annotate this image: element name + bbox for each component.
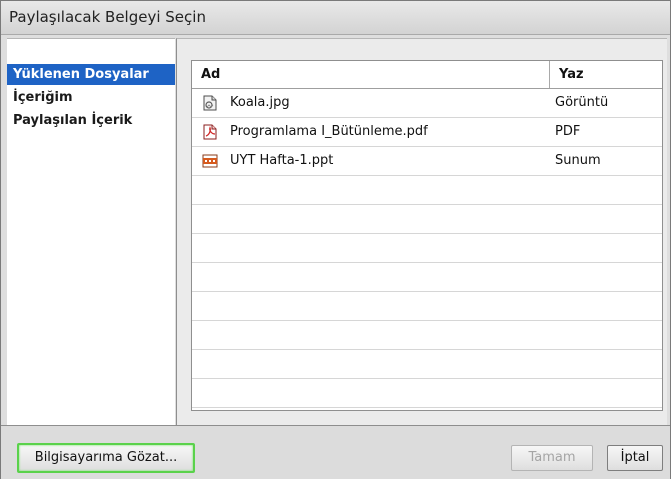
empty-row: [192, 321, 662, 350]
file-type: PDF: [555, 124, 581, 139]
table-row[interactable]: Programlama I_Bütünleme.pdf PDF: [192, 118, 662, 147]
empty-row: [192, 234, 662, 263]
content-pane: Ad Yaz Koala.jpg Görüntü Programlama I_B…: [176, 38, 667, 425]
pdf-file-icon: [203, 124, 217, 140]
column-header-name[interactable]: Ad: [192, 61, 549, 88]
file-type: Görüntü: [555, 95, 609, 110]
sidebar-item-shared-content[interactable]: Paylaşılan İçerik: [7, 110, 175, 131]
empty-row: [192, 379, 662, 408]
browse-computer-button[interactable]: Bilgisayarıma Gözat...: [17, 443, 195, 473]
empty-row: [192, 205, 662, 234]
sidebar: Yüklenen Dosyalar İçeriğim Paylaşılan İç…: [7, 38, 175, 425]
title-bar[interactable]: Paylaşılacak Belgeyi Seçin: [1, 1, 670, 35]
sidebar-item-my-content[interactable]: İçeriğim: [7, 87, 175, 108]
empty-row: [192, 263, 662, 292]
empty-row: [192, 292, 662, 321]
table-header: Ad Yaz: [192, 61, 662, 89]
button-bar: Bilgisayarıma Gözat... Tamam İptal: [1, 425, 670, 479]
file-type: Sunum: [555, 153, 601, 168]
file-table: Ad Yaz Koala.jpg Görüntü Programlama I_B…: [191, 60, 663, 411]
image-file-icon: [203, 95, 217, 111]
dialog-title: Paylaşılacak Belgeyi Seçin: [9, 8, 206, 26]
file-name: Koala.jpg: [230, 95, 290, 110]
ok-button[interactable]: Tamam: [511, 445, 593, 471]
table-row[interactable]: UYT Hafta-1.ppt Sunum: [192, 147, 662, 176]
file-name: UYT Hafta-1.ppt: [230, 153, 334, 168]
ppt-file-icon: [202, 154, 218, 168]
select-document-dialog: Paylaşılacak Belgeyi Seçin Yüklenen Dosy…: [0, 0, 671, 479]
table-row[interactable]: Koala.jpg Görüntü: [192, 89, 662, 118]
empty-row: [192, 176, 662, 205]
cancel-button[interactable]: İptal: [607, 445, 663, 471]
sidebar-item-uploaded-files[interactable]: Yüklenen Dosyalar: [7, 64, 175, 85]
empty-row: [192, 350, 662, 379]
file-name: Programlama I_Bütünleme.pdf: [230, 124, 428, 139]
column-header-type[interactable]: Yaz: [550, 61, 662, 88]
